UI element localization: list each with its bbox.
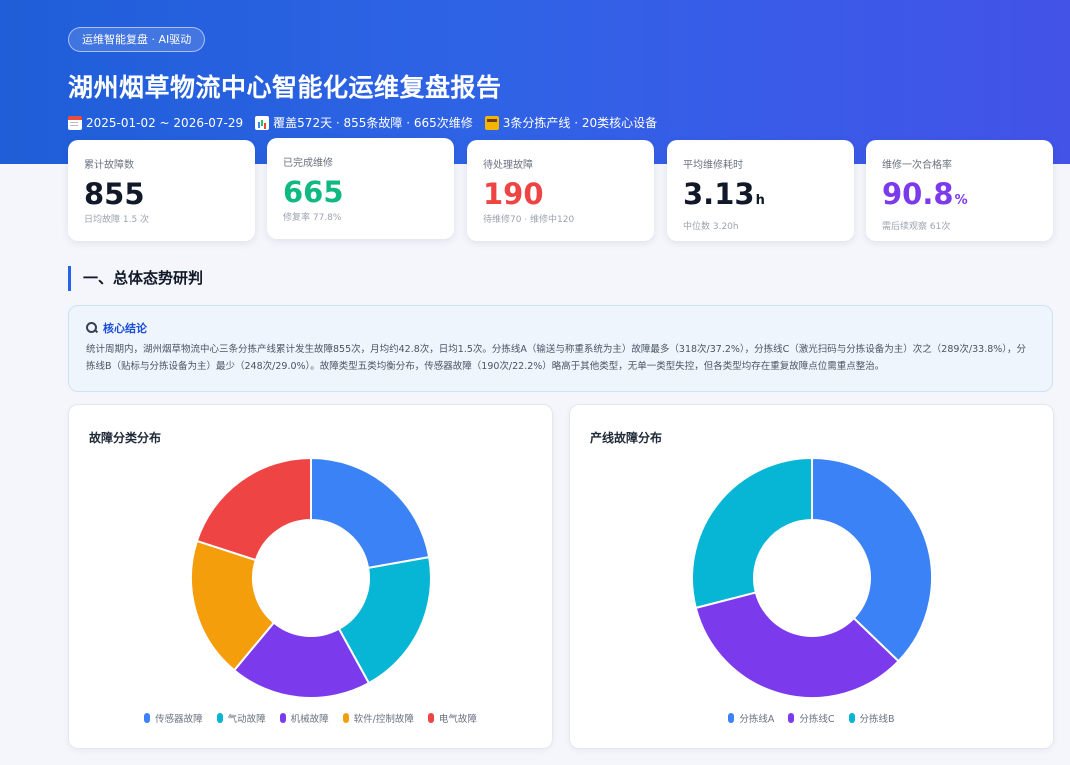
legend-swatch: [728, 713, 735, 723]
legend-item[interactable]: 气动故障: [216, 711, 266, 725]
fault-category-donut: [190, 456, 432, 699]
kpi-label: 已完成维修: [283, 158, 333, 169]
kpi-sub: 修复率 77.8%: [283, 213, 342, 223]
legend-swatch: [427, 713, 434, 723]
meta-date-range: 2025-01-02 ~ 2026-07-29: [68, 114, 243, 131]
legend-label: 气动故障: [227, 714, 266, 725]
legend-swatch: [144, 713, 151, 723]
line-fault-donut: [691, 456, 933, 699]
meta-date-text: 2025-01-02 ~ 2026-07-29: [86, 115, 244, 130]
legend-swatch: [848, 713, 855, 723]
kpi-value: 190: [483, 177, 638, 211]
kpi-value: 3.13h: [683, 177, 838, 218]
kpi-card-avg-repair-time: 平均维修耗时 3.13h 中位数 3.20h: [667, 140, 854, 241]
kpi-card-total-faults: 累计故障数 855 日均故障 1.5 次: [68, 140, 255, 241]
donut-slice-3[interactable]: [691, 456, 813, 610]
ai-badge: 运维智能复盘 · AI驱动: [68, 27, 206, 52]
conclusion-title: 核心结论: [103, 322, 147, 335]
legend-swatch: [279, 713, 286, 723]
donut-slice-1[interactable]: [811, 456, 933, 663]
legend-item[interactable]: 传感器故障: [144, 711, 203, 725]
kpi-label: 累计故障数: [84, 160, 134, 171]
kpi-number: 665: [283, 175, 344, 209]
legend-item[interactable]: 电气故障: [427, 711, 477, 725]
kpi-row: 累计故障数 855 日均故障 1.5 次 已完成维修 665 修复率 77.8%…: [68, 138, 1053, 241]
legend-label: 分拣线A: [739, 714, 775, 725]
section-title: 一、总体态势研判: [68, 266, 203, 291]
conclusion-text: 统计周期内，湖州烟草物流中心三条分拣产线累计发生故障855次，月均约42.8次，…: [86, 344, 1027, 372]
legend-label: 机械故障: [290, 714, 329, 725]
calendar-icon: [68, 115, 82, 130]
legend-item[interactable]: 软件/控制故障: [342, 711, 414, 725]
kpi-number: 3.13: [683, 177, 755, 211]
legend-label: 分拣线C: [799, 714, 835, 725]
header-meta: 2025-01-02 ~ 2026-07-29 覆盖572天 · 855条故障 …: [68, 114, 657, 131]
legend-item[interactable]: 机械故障: [279, 711, 329, 725]
kpi-label: 待处理故障: [483, 160, 533, 171]
donut-slice-5[interactable]: [195, 456, 312, 562]
kpi-sub: 日均故障 1.5 次: [84, 215, 150, 225]
magnifier-icon: [86, 322, 98, 334]
kpi-sub: 中位数 3.20h: [683, 222, 739, 232]
kpi-number: 190: [483, 177, 544, 211]
legend-label: 分拣线B: [859, 714, 895, 725]
kpi-value: 665: [283, 175, 438, 209]
page-title: 湖州烟草物流中心智能化运维复盘报告: [68, 73, 502, 102]
kpi-number: 855: [84, 177, 145, 211]
legend-label: 传感器故障: [155, 714, 203, 725]
kpi-value: 90.8%: [882, 177, 1037, 218]
donut-slice-1[interactable]: [310, 456, 431, 570]
kpi-card-first-pass-rate: 维修一次合格率 90.8% 需后续观察 61次: [866, 140, 1053, 241]
line-fault-chart-card: 产线故障分布 分拣线A 分拣线C 分拣线B: [569, 404, 1054, 749]
kpi-unit: %: [954, 193, 968, 208]
kpi-card-pending-faults: 待处理故障 190 待维修70 · 维修中120: [467, 140, 654, 241]
legend-item[interactable]: 分拣线C: [788, 711, 835, 725]
kpi-label: 维修一次合格率: [882, 160, 952, 171]
meta-lines-text: 3条分拣产线 · 20类核心设备: [502, 116, 658, 130]
legend-item[interactable]: 分拣线B: [848, 711, 895, 725]
legend-swatch: [216, 713, 223, 723]
factory-icon: [484, 115, 499, 130]
meta-lines: 3条分拣产线 · 20类核心设备: [484, 114, 658, 131]
conclusion-box: 核心结论 统计周期内，湖州烟草物流中心三条分拣产线累计发生故障855次，月均约4…: [68, 305, 1053, 392]
line-fault-legend: 分拣线A 分拣线C 分拣线B: [570, 711, 1053, 725]
kpi-unit: h: [755, 193, 765, 208]
kpi-sub: 需后续观察 61次: [882, 222, 951, 232]
kpi-card-completed-repairs: 已完成维修 665 修复率 77.8%: [267, 138, 454, 239]
conclusion-header: 核心结论: [86, 320, 1035, 336]
kpi-sub: 待维修70 · 维修中120: [483, 215, 575, 225]
kpi-label: 平均维修耗时: [683, 160, 743, 171]
meta-coverage: 覆盖572天 · 855条故障 · 665次维修: [255, 114, 473, 131]
legend-swatch: [342, 713, 349, 723]
fault-category-chart-card: 故障分类分布 传感器故障 气动故障 机械故障 软件/控制故障 电气故障: [68, 404, 553, 749]
kpi-number: 90.8: [882, 177, 954, 211]
legend-swatch: [788, 713, 795, 723]
bar-chart-icon: [255, 115, 270, 130]
kpi-value: 855: [84, 177, 239, 211]
legend-label: 软件/控制故障: [353, 714, 414, 725]
legend-label: 电气故障: [438, 714, 477, 725]
legend-item[interactable]: 分拣线A: [728, 711, 774, 725]
meta-coverage-text: 覆盖572天 · 855条故障 · 665次维修: [273, 116, 473, 130]
fault-category-legend: 传感器故障 气动故障 机械故障 软件/控制故障 电气故障: [69, 711, 552, 725]
